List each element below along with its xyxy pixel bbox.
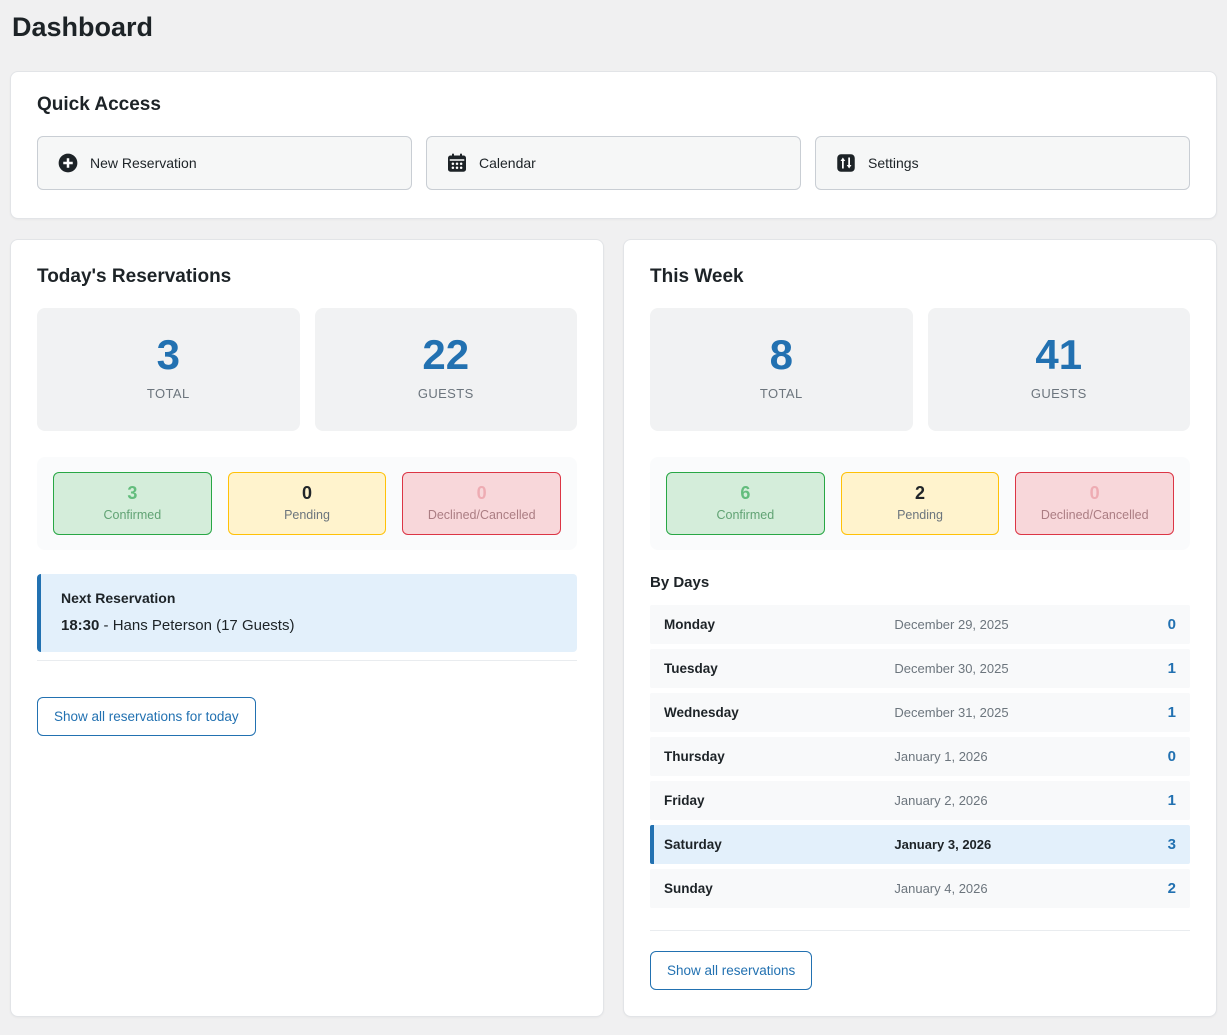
today-reservations-card: Today's Reservations 3 TOTAL 22 GUESTS 3…	[10, 239, 604, 1017]
quick-access-card: Quick Access New Reservation Calendar Se…	[10, 71, 1217, 219]
page-title: Dashboard	[12, 12, 154, 42]
dashboard-columns: Today's Reservations 3 TOTAL 22 GUESTS 3…	[10, 239, 1217, 1017]
week-stats: 8 TOTAL 41 GUESTS	[650, 308, 1190, 432]
week-confirmed-label: Confirmed	[716, 507, 775, 522]
by-days-list: Monday December 29, 2025 0 Tuesday Decem…	[650, 604, 1190, 908]
day-count: 0	[1167, 615, 1176, 633]
today-total-label: TOTAL	[146, 386, 190, 402]
day-name: Friday	[664, 792, 705, 808]
today-guests-value: 22	[422, 331, 470, 378]
day-row-thursday: Thursday January 1, 2026 0	[650, 736, 1190, 776]
show-all-reservations-button[interactable]: Show all reservations	[650, 950, 813, 990]
next-reservation-time: 18:30	[61, 616, 100, 634]
day-count: 3	[1167, 835, 1176, 853]
by-days-title: By Days	[650, 573, 710, 591]
day-row-saturday-current: Saturday January 3, 2026 3	[650, 824, 1190, 864]
dashboard-page: Dashboard Quick Access New Reservation C…	[0, 0, 1227, 1027]
today-total-value: 3	[156, 331, 180, 378]
calendar-button[interactable]: Calendar	[426, 136, 801, 190]
next-reservation-title: Next Reservation	[61, 589, 176, 606]
week-pending-value: 2	[915, 483, 926, 504]
quick-access-buttons: New Reservation Calendar Settings	[37, 136, 1190, 190]
settings-label: Settings	[868, 155, 919, 171]
day-count: 1	[1167, 703, 1176, 721]
day-date: December 29, 2025	[894, 616, 1009, 632]
day-count: 0	[1167, 747, 1176, 765]
day-count: 1	[1167, 659, 1176, 677]
divider	[650, 929, 1190, 931]
week-guests-label: GUESTS	[1030, 386, 1087, 402]
this-week-card: This Week 8 TOTAL 41 GUESTS 6 Confirmed …	[623, 239, 1217, 1017]
show-all-today-button[interactable]: Show all reservations for today	[37, 696, 256, 736]
today-confirmed-value: 3	[127, 483, 138, 504]
today-card-title: Today's Reservations	[37, 266, 232, 287]
today-guests-label: GUESTS	[417, 386, 474, 402]
day-name: Wednesday	[664, 704, 739, 720]
new-reservation-label: New Reservation	[90, 155, 197, 171]
next-reservation-details: - Hans Peterson (17 Guests)	[99, 616, 295, 634]
week-guests-stat: 41 GUESTS	[927, 308, 1190, 432]
today-declined-box: 0 Declined/Cancelled	[402, 472, 562, 535]
week-declined-value: 0	[1089, 483, 1100, 504]
calendar-icon	[447, 153, 467, 173]
day-date: January 3, 2026	[894, 836, 992, 852]
today-confirmed-box: 3 Confirmed	[53, 472, 212, 535]
day-date: January 4, 2026	[894, 880, 988, 896]
day-row-tuesday: Tuesday December 30, 2025 1	[650, 648, 1190, 688]
today-stats: 3 TOTAL 22 GUESTS	[37, 308, 577, 432]
day-count: 1	[1167, 791, 1176, 809]
day-date: January 2, 2026	[894, 792, 988, 808]
today-pending-box: 0 Pending	[227, 472, 387, 535]
settings-button[interactable]: Settings	[815, 136, 1190, 190]
week-guests-value: 41	[1035, 331, 1083, 378]
today-pending-label: Pending	[284, 507, 330, 522]
day-date: December 30, 2025	[894, 660, 1009, 676]
week-declined-label: Declined/Cancelled	[1040, 507, 1149, 522]
day-name: Thursday	[664, 748, 725, 764]
today-confirmed-label: Confirmed	[103, 507, 162, 522]
week-pending-label: Pending	[897, 507, 943, 522]
next-reservation-line: 18:30 - Hans Peterson (17 Guests)	[61, 617, 557, 634]
day-name: Monday	[664, 616, 716, 632]
week-pending-box: 2 Pending	[840, 472, 1000, 535]
today-guests-stat: 22 GUESTS	[314, 308, 577, 432]
week-total-label: TOTAL	[759, 386, 803, 402]
today-declined-value: 0	[476, 483, 487, 504]
day-row-monday: Monday December 29, 2025 0	[650, 604, 1190, 644]
today-status-panel: 3 Confirmed 0 Pending 0 Declined/Cancell…	[37, 457, 577, 550]
today-pending-value: 0	[302, 483, 313, 504]
settings-icon	[836, 153, 856, 173]
day-count: 2	[1167, 879, 1176, 897]
week-confirmed-value: 6	[740, 483, 751, 504]
week-declined-box: 0 Declined/Cancelled	[1015, 472, 1175, 535]
new-reservation-button[interactable]: New Reservation	[37, 136, 412, 190]
day-row-sunday: Sunday January 4, 2026 2	[650, 868, 1190, 908]
quick-access-title: Quick Access	[37, 94, 161, 115]
week-confirmed-box: 6 Confirmed	[666, 472, 825, 535]
week-card-title: This Week	[650, 266, 744, 287]
day-row-wednesday: Wednesday December 31, 2025 1	[650, 692, 1190, 732]
week-status-panel: 6 Confirmed 2 Pending 0 Declined/Cancell…	[650, 457, 1190, 550]
day-row-friday: Friday January 2, 2026 1	[650, 780, 1190, 820]
plus-circle-icon	[58, 153, 78, 173]
day-date: December 31, 2025	[894, 704, 1009, 720]
today-declined-label: Declined/Cancelled	[427, 507, 536, 522]
week-total-value: 8	[769, 331, 793, 378]
calendar-label: Calendar	[479, 155, 536, 171]
day-name: Sunday	[664, 880, 713, 896]
next-reservation-panel: Next Reservation 18:30 - Hans Peterson (…	[37, 573, 577, 652]
day-name: Saturday	[664, 836, 722, 852]
week-total-stat: 8 TOTAL	[650, 308, 913, 432]
today-total-stat: 3 TOTAL	[37, 308, 300, 432]
day-name: Tuesday	[664, 660, 718, 676]
day-date: January 1, 2026	[894, 748, 988, 764]
divider	[37, 659, 577, 661]
